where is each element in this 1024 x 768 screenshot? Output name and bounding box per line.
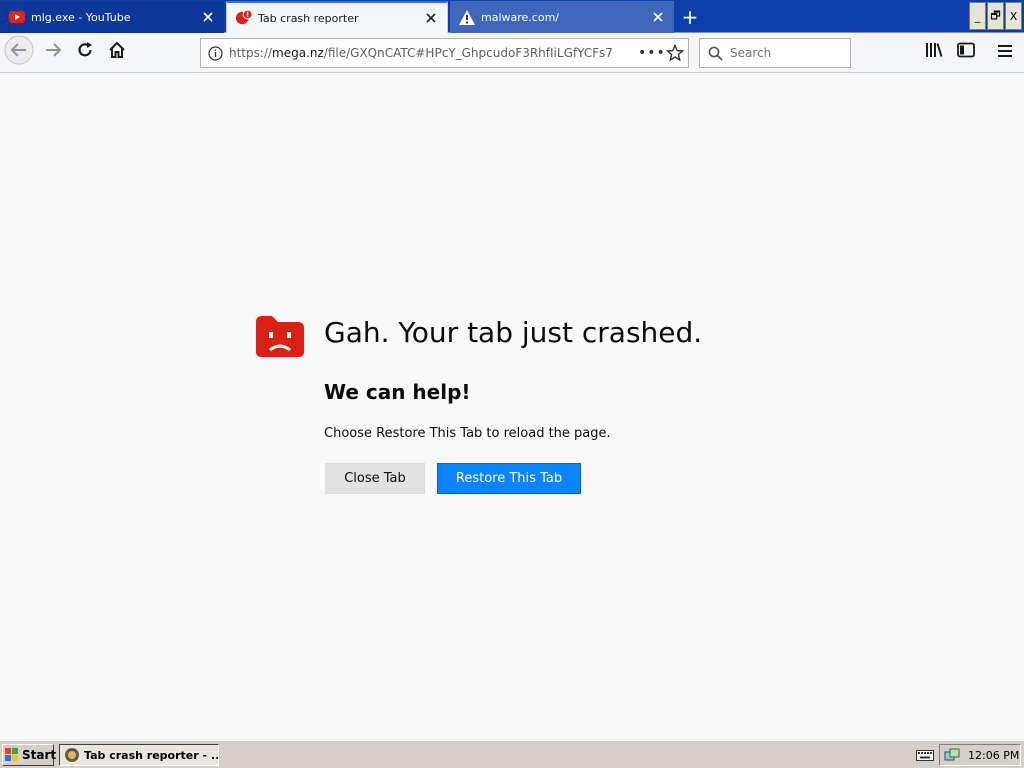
help-heading: We can help! [324, 380, 471, 404]
firefox-icon [64, 747, 80, 763]
keyboard-icon[interactable] [915, 746, 935, 764]
reload-icon [76, 41, 94, 63]
back-arrow-icon [4, 35, 34, 69]
search-icon [700, 46, 730, 61]
tab-crash-reporter[interactable]: Tab crash reporter [226, 1, 448, 33]
restore-button[interactable]: 🗗 [987, 2, 1004, 30]
url-prefix: https:// [229, 46, 273, 60]
library-button[interactable] [919, 37, 949, 67]
hamburger-menu-icon [997, 43, 1013, 62]
home-icon [108, 41, 126, 63]
start-label: Start [22, 748, 57, 762]
url-host: mega.nz [272, 46, 324, 60]
taskbar: Start Tab crash reporter - ... 12:06 PM [0, 740, 1024, 768]
close-tab-icon[interactable] [196, 5, 220, 29]
close-window-button[interactable]: X [1005, 2, 1022, 30]
menu-button[interactable] [990, 37, 1020, 67]
start-button[interactable]: Start [2, 744, 57, 766]
crash-page: Gah. Your tab just crashed. We can help!… [0, 74, 1024, 740]
search-input[interactable] [730, 46, 840, 60]
taskbar-item-crash-reporter[interactable]: Tab crash reporter - ... [59, 744, 219, 766]
info-icon[interactable] [201, 45, 229, 61]
close-tab-button[interactable]: Close Tab [325, 463, 425, 494]
clock: 12:06 PM [968, 748, 1020, 762]
back-button[interactable] [4, 35, 34, 69]
sad-tab-icon [254, 314, 306, 358]
restore-tab-button[interactable]: Restore This Tab [437, 463, 581, 494]
search-bar[interactable] [699, 38, 851, 68]
network-icon[interactable] [944, 747, 960, 763]
bookmark-star-icon[interactable] [662, 44, 688, 62]
minimize-icon: _ [974, 9, 981, 23]
reload-button[interactable] [70, 37, 100, 67]
crash-message: Choose Restore This Tab to reload the pa… [324, 426, 611, 441]
windows-logo-icon [5, 748, 19, 762]
system-tray: 12:06 PM [939, 744, 1021, 766]
sidebar-icon [957, 42, 975, 62]
forward-arrow-icon [43, 40, 63, 64]
url-bar[interactable]: https://mega.nz/file/GXQnCATC#HPcY_Ghpcu… [200, 38, 689, 68]
minimize-button[interactable]: _ [969, 2, 986, 30]
nav-bar: https://mega.nz/file/GXQnCATC#HPcY_Ghpcu… [0, 33, 1024, 73]
close-tab-icon[interactable] [646, 5, 670, 29]
tab-title: mlg.exe - YouTube [31, 10, 131, 24]
tab-strip: mlg.exe - YouTube Tab crash reporter mal… [0, 0, 1024, 33]
tab-title: Tab crash reporter [258, 11, 359, 25]
tab-malware[interactable]: malware.com/ [450, 1, 674, 33]
youtube-icon [9, 9, 25, 25]
close-icon: X [1009, 9, 1018, 23]
forward-button[interactable] [38, 37, 68, 67]
home-button[interactable] [102, 37, 132, 67]
close-tab-icon[interactable] [419, 6, 443, 30]
sidebar-button[interactable] [951, 37, 981, 67]
tab-title: malware.com/ [481, 10, 559, 24]
crash-reporter-icon [236, 9, 252, 26]
taskbar-item-label: Tab crash reporter - ... [84, 748, 219, 762]
library-icon [925, 42, 943, 62]
window-controls: _ 🗗 X [969, 2, 1022, 30]
new-tab-button[interactable]: + [677, 4, 703, 30]
restore-icon: 🗗 [990, 8, 1001, 22]
page-actions-icon[interactable]: ••• [638, 45, 665, 61]
url-path: /file/GXQnCATC#HPcY_GhpcudoF3RhfIiLGfYCF… [323, 46, 613, 60]
warning-icon [459, 9, 475, 25]
plus-icon: + [681, 5, 699, 29]
tab-youtube[interactable]: mlg.exe - YouTube [0, 1, 224, 33]
url-text[interactable]: https://mega.nz/file/GXQnCATC#HPcY_Ghpcu… [229, 46, 638, 60]
page-title: Gah. Your tab just crashed. [324, 316, 703, 349]
